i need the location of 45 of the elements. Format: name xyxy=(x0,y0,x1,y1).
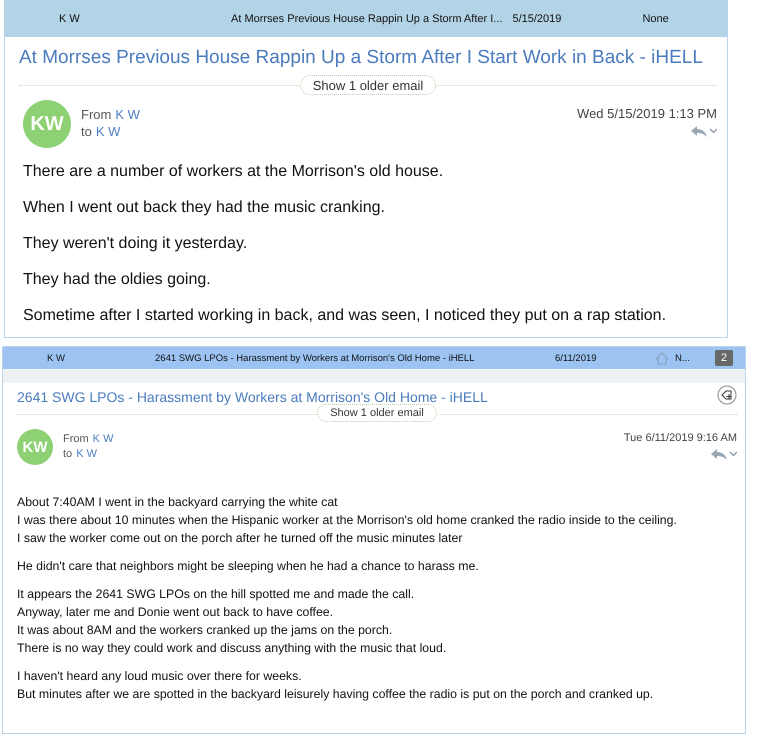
message-row[interactable]: K W 2641 SWG LPOs - Harassment by Workers at Morrison's Old Home - iHELL 6/11/2019 N... 2 xyxy=(3,347,745,369)
sent-time: Wed 5/15/2019 1:13 PM xyxy=(577,106,717,121)
sent-time: Tue 6/11/2019 9:16 AM xyxy=(624,432,737,444)
body-text: But minutes after we are spotted in the backyard leisurely having coffee the radio is put on the porch and cranked up. xyxy=(17,686,654,703)
category-label: N... xyxy=(675,352,691,364)
from-label: From xyxy=(81,106,112,123)
body-text: They weren't doing it yesterday. xyxy=(23,234,248,254)
email-subject: 2641 SWG LPOs - Harassment by Workers at Morrison's Old Home - iHELL xyxy=(17,389,488,405)
recipient-link[interactable]: K W xyxy=(76,447,97,462)
from-label: From xyxy=(63,432,89,447)
body-text: I haven't heard any loud music over there for weeks. xyxy=(17,668,303,685)
category-label: None xyxy=(642,13,670,25)
tag-add-icon[interactable] xyxy=(717,385,737,405)
body-text: When I went out back they had the music cranking. xyxy=(23,198,386,218)
show-older-button[interactable]: Show 1 older email xyxy=(317,404,437,422)
body-text: It was about 8AM and the workers cranked up the jams on the porch. xyxy=(17,622,394,639)
show-older-button[interactable]: Show 1 older email xyxy=(300,75,436,95)
reply-icon[interactable] xyxy=(689,124,717,138)
avatar: KW xyxy=(23,100,71,148)
body-text: Sometime after I started working in back, and was seen, I noticed they put on a rap station. xyxy=(23,306,668,326)
message-row[interactable]: K W At Morrses Previous House Rappin Up a Storm After I... 5/15/2019 None xyxy=(5,1,727,37)
body-text: About 7:40AM I went in the backyard carrying the white cat xyxy=(17,494,339,511)
message-subject: At Morrses Previous House Rappin Up a Storm After I... xyxy=(231,13,502,25)
body-text: It appears the 2641 SWG LPOs on the hill spotted me and made the call. xyxy=(17,586,416,603)
body-text: I saw the worker come out on the porch after he turned off the music minutes later xyxy=(17,530,464,547)
to-label: to xyxy=(81,123,92,140)
message-date: 6/11/2019 xyxy=(555,352,598,364)
recipient-link[interactable]: K W xyxy=(96,123,120,140)
sender-name: K W xyxy=(47,352,66,364)
sender-link[interactable]: K W xyxy=(92,432,114,447)
body-text: Anyway, later me and Donie went out back to have coffee. xyxy=(17,604,334,621)
to-label: to xyxy=(63,447,72,462)
sender-link[interactable]: K W xyxy=(115,106,140,123)
reply-icon[interactable] xyxy=(709,447,737,461)
message-subject: 2641 SWG LPOs - Harassment by Workers at Morrison's Old Home - iHELL xyxy=(155,352,476,364)
body-text: I was there about 10 minutes when the Hispanic worker at the Morrison's old home cranked the radio inside to the ceiling. xyxy=(17,512,678,529)
sender-name: K W xyxy=(59,13,81,25)
avatar: KW xyxy=(17,429,53,465)
body-text: He didn't care that neighbors might be sleeping when he had a chance to harass me. xyxy=(17,558,480,575)
count-badge: 2 xyxy=(715,350,734,366)
body-text: They had the oldies going. xyxy=(23,270,212,290)
message-date: 5/15/2019 xyxy=(512,13,562,25)
body-text: There are a number of workers at the Morrison's old house. xyxy=(23,162,444,182)
email-subject: At Morrses Previous House Rappin Up a Storm After I Start Work in Back - iHELL xyxy=(19,47,703,69)
body-text: There is no way they could work and discuss anything with the music that loud. xyxy=(17,640,448,657)
